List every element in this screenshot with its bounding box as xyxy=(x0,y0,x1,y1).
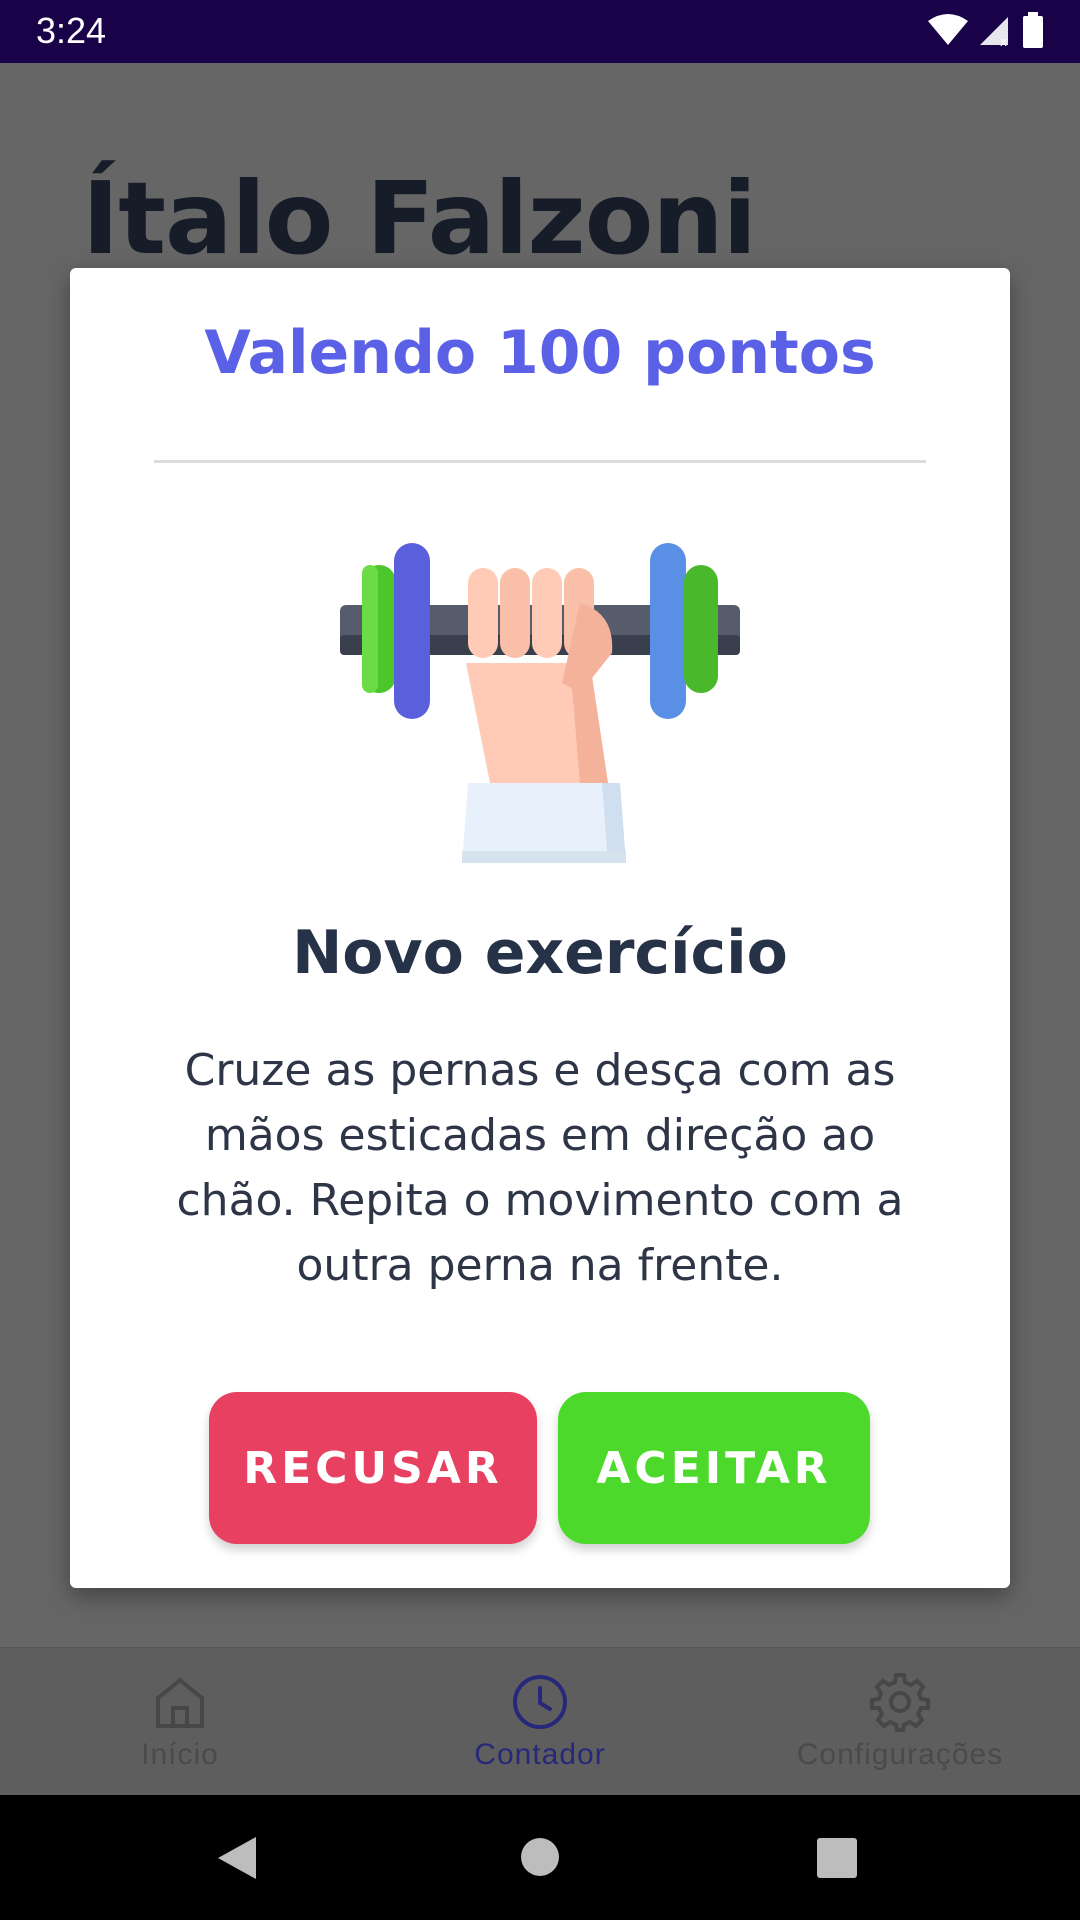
home-icon xyxy=(156,1678,204,1728)
nav-label-configuracoes: Configurações xyxy=(796,1738,1004,1771)
status-bar: 3:24 x xyxy=(0,0,1080,63)
recents-icon[interactable] xyxy=(817,1838,857,1878)
exercise-dialog: Valendo 100 pontos Novo exercício Cruze … xyxy=(70,268,1010,1588)
svg-text:x: x xyxy=(1000,35,1007,47)
divider xyxy=(154,460,926,463)
accept-button[interactable]: ACEITAR xyxy=(558,1392,870,1544)
dialog-title: Novo exercício xyxy=(292,918,788,988)
nav-label-inicio: Início xyxy=(141,1738,219,1771)
nav-item-inicio[interactable]: Início xyxy=(0,1648,360,1796)
wifi-icon xyxy=(928,14,968,45)
cell-signal-icon: x xyxy=(980,17,1008,47)
nav-item-configuracoes[interactable]: Configurações xyxy=(720,1648,1080,1796)
back-icon[interactable] xyxy=(216,1835,260,1881)
bottom-navigation: Início Contador Configurações xyxy=(0,1647,1080,1796)
battery-icon xyxy=(1023,12,1043,48)
home-button-icon[interactable] xyxy=(520,1837,560,1877)
system-navigation-bar xyxy=(0,1795,1080,1920)
gear-icon xyxy=(870,1673,930,1732)
points-label: Valendo 100 pontos xyxy=(204,318,876,388)
user-name: Ítalo Falzoni xyxy=(82,160,757,277)
clock-icon xyxy=(513,1675,567,1729)
nav-item-contador[interactable]: Contador xyxy=(360,1648,720,1796)
status-icons: x xyxy=(928,12,1044,48)
exercise-description: Cruze as pernas e desça com as mãos esti… xyxy=(176,1045,904,1291)
nav-label-contador: Contador xyxy=(474,1738,606,1771)
status-time: 3:24 xyxy=(36,10,107,51)
refuse-button[interactable]: RECUSAR xyxy=(209,1392,537,1544)
dumbbell-hand-icon xyxy=(340,543,740,863)
